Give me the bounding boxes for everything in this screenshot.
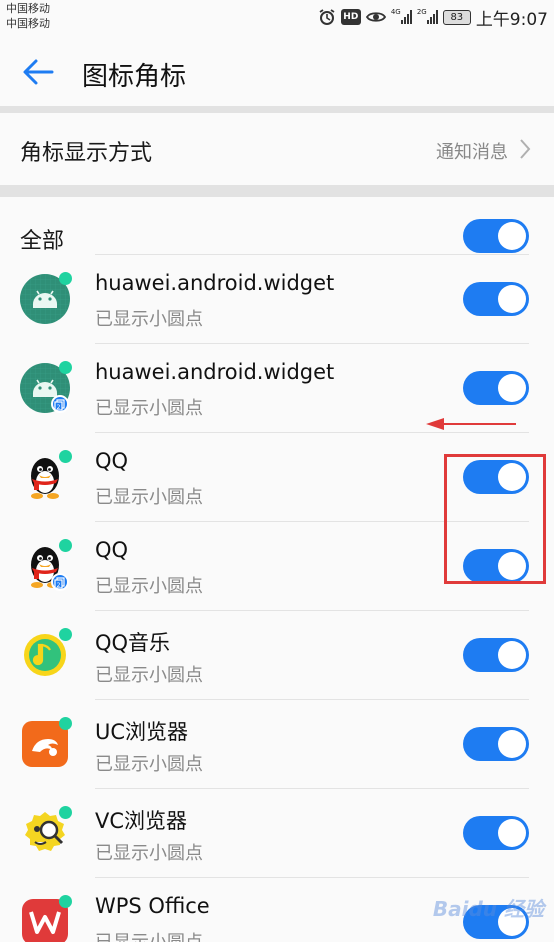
annotation-arrow-icon	[426, 418, 516, 430]
watermark: Baidu 经验	[432, 897, 544, 921]
clone-badge-icon: 2	[51, 395, 69, 413]
svg-text:2: 2	[57, 582, 61, 589]
carrier-1: 中国移动	[6, 2, 50, 15]
row-divider	[95, 343, 529, 344]
eye-icon	[365, 10, 386, 24]
badge-dot-icon	[59, 717, 72, 730]
row-divider	[95, 699, 529, 700]
carrier-2: 中国移动	[6, 17, 50, 30]
row-divider	[95, 254, 529, 255]
app-badge-status: 已显示小圆点	[95, 398, 203, 419]
status-bar: 中国移动 中国移动 HD 4G 2G 83 上午9:07	[0, 0, 554, 36]
page-title: 图标角标	[82, 62, 187, 92]
app-badge-toggle[interactable]	[463, 727, 529, 761]
app-name: huawei.android.widget	[95, 360, 335, 384]
svg-text:2: 2	[57, 404, 61, 411]
app-badge-status: 已显示小圆点	[95, 576, 203, 597]
app-badge-status: 已显示小圆点	[95, 309, 203, 330]
app-row: huawei.android.widget 已显示小圆点	[0, 254, 554, 343]
app-row: QQ音乐已显示小圆点	[0, 610, 554, 699]
row-divider	[95, 788, 529, 789]
annotation-box	[444, 454, 546, 584]
row-divider	[95, 877, 529, 878]
app-row: UC浏览器已显示小圆点	[0, 699, 554, 788]
app-badge-toggle[interactable]	[463, 816, 529, 850]
badge-dot-icon	[59, 806, 72, 819]
signal-icon-2: 2G	[417, 8, 438, 24]
app-badge-toggle[interactable]	[463, 638, 529, 672]
signal-icon-1: 4G	[391, 8, 412, 24]
app-name: VC浏览器	[95, 809, 188, 833]
app-badge-status: 已显示小圆点	[95, 665, 203, 686]
badge-display-mode-row[interactable]: 角标显示方式 通知消息	[0, 113, 554, 185]
badge-dot-icon	[59, 272, 72, 285]
app-name: WPS Office	[95, 894, 210, 918]
back-arrow-icon[interactable]	[18, 52, 58, 92]
app-name: UC浏览器	[95, 720, 189, 744]
app-badge-status: 已显示小圆点	[95, 754, 203, 775]
app-name: huawei.android.widget	[95, 271, 335, 295]
app-badge-toggle[interactable]	[463, 282, 529, 316]
page-header: 图标角标	[0, 36, 554, 106]
badge-display-mode-label: 角标显示方式	[20, 141, 153, 166]
app-badge-toggle[interactable]	[463, 371, 529, 405]
app-name: QQ	[95, 449, 129, 473]
badge-dot-icon	[59, 895, 72, 908]
hd-icon: HD	[340, 9, 361, 25]
chevron-right-icon	[518, 137, 532, 161]
all-apps-toggle[interactable]	[463, 219, 529, 253]
app-name: QQ	[95, 538, 129, 562]
app-badge-status: 已显示小圆点	[95, 843, 203, 864]
section-divider	[0, 185, 554, 197]
badge-dot-icon	[59, 628, 72, 641]
badge-display-mode-value: 通知消息	[436, 142, 508, 163]
app-row: VC浏览器已显示小圆点	[0, 788, 554, 877]
badge-dot-icon	[59, 539, 72, 552]
section-divider	[0, 106, 554, 113]
all-apps-label: 全部	[20, 229, 65, 254]
row-divider	[95, 610, 529, 611]
app-list: huawei.android.widget 已显示小圆点 2 huawei.andro…	[0, 254, 554, 942]
clone-badge-icon: 2	[51, 573, 69, 591]
app-badge-status: 已显示小圆点	[95, 487, 203, 508]
battery-icon: 83	[442, 9, 471, 25]
app-badge-status: 已显示小圆点	[95, 928, 203, 942]
status-time: 上午9:07	[475, 9, 548, 30]
alarm-icon	[318, 8, 336, 26]
badge-dot-icon	[59, 361, 72, 374]
badge-dot-icon	[59, 450, 72, 463]
app-name: QQ音乐	[95, 631, 171, 655]
